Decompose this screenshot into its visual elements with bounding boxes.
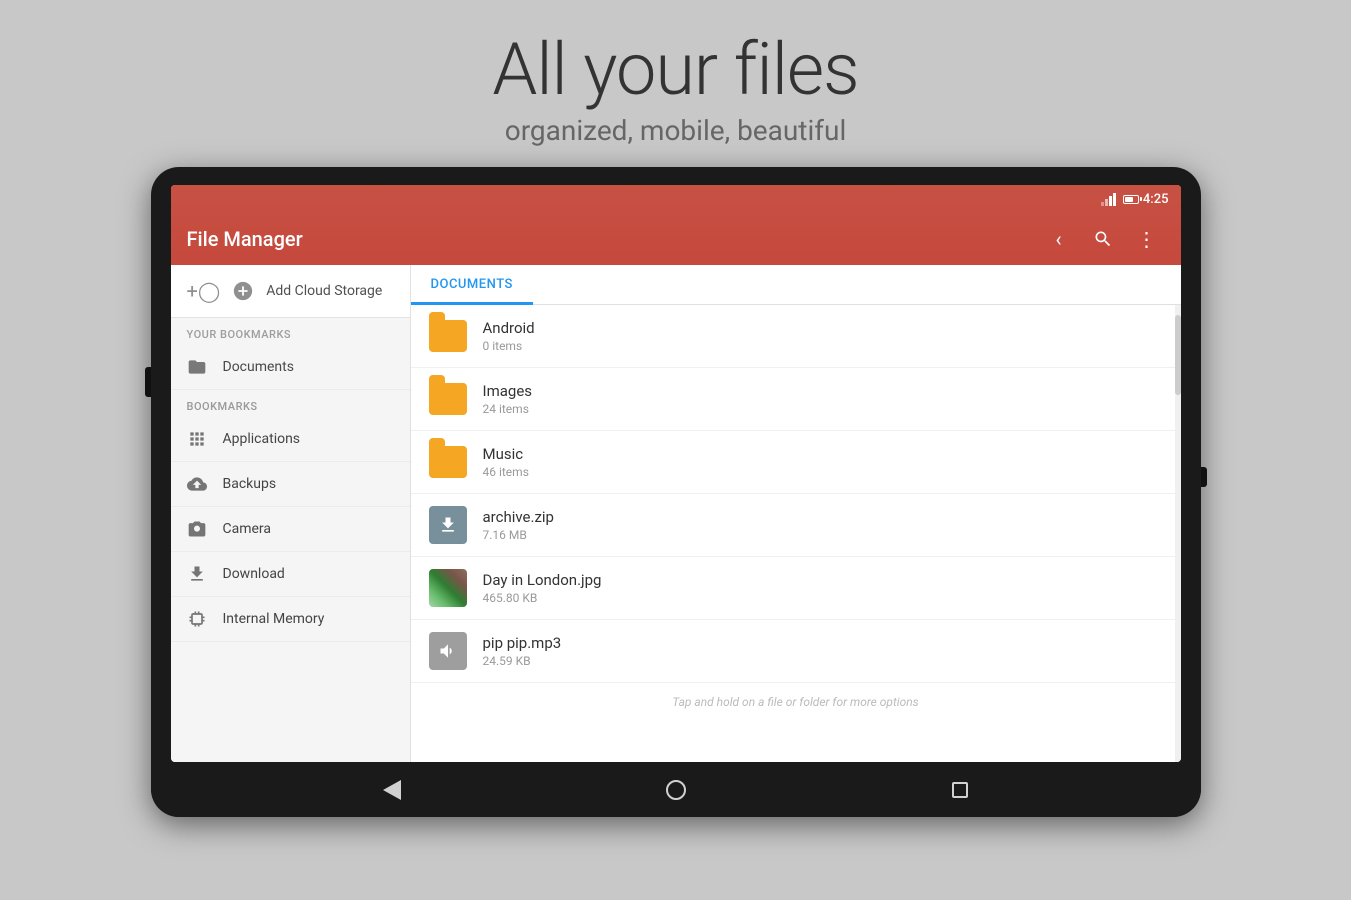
- file-info-images: Images 24 items: [483, 382, 1165, 416]
- folder-icon: [187, 357, 207, 377]
- status-time: 4:25: [1143, 192, 1169, 207]
- volume-icon: [438, 641, 458, 661]
- sidebar-item-internal-memory[interactable]: Internal Memory: [171, 597, 410, 642]
- file-meta: 7.16 MB: [483, 528, 1165, 542]
- grid-icon: [187, 429, 207, 449]
- audio-icon-wrap: [429, 632, 467, 670]
- add-cloud-storage-button[interactable]: +◯ Add Cloud Storage: [171, 265, 410, 318]
- search-icon: [1093, 229, 1113, 249]
- battery-icon: [1123, 195, 1139, 204]
- camera-icon: [187, 519, 207, 539]
- file-info-android: Android 0 items: [483, 319, 1165, 353]
- folder-icon-images: [427, 378, 469, 420]
- sidebar-item-download[interactable]: Download: [171, 552, 410, 597]
- file-info-archive: archive.zip 7.16 MB: [483, 508, 1165, 542]
- file-meta: 0 items: [483, 339, 1165, 353]
- file-meta: 465.80 KB: [483, 591, 1165, 605]
- file-list: Android 0 items Images 24 items: [411, 305, 1181, 762]
- add-cloud-icon: +◯: [187, 279, 221, 303]
- main-content: +◯ Add Cloud Storage YOUR BOOKMARKS Docu…: [171, 265, 1181, 762]
- signal-icon: [1101, 192, 1119, 206]
- folder-icon-android: [427, 315, 469, 357]
- memory-icon: [187, 609, 207, 629]
- your-bookmarks-section: YOUR BOOKMARKS: [171, 318, 410, 345]
- audio-icon: [427, 630, 469, 672]
- image-icon: [427, 567, 469, 609]
- file-list-footer: Tap and hold on a file or folder for mor…: [411, 683, 1181, 721]
- scrollbar-track[interactable]: [1175, 305, 1181, 762]
- status-icons: 4:25: [1101, 192, 1169, 207]
- toolbar-actions: ‹ ⋮: [1041, 221, 1165, 257]
- toolbar: File Manager ‹ ⋮: [171, 213, 1181, 265]
- internal-memory-label: Internal Memory: [223, 611, 325, 627]
- download-arrow-icon: [438, 515, 458, 535]
- scrollbar-thumb[interactable]: [1175, 315, 1181, 395]
- sidebar-item-camera[interactable]: Camera: [171, 507, 410, 552]
- file-name: Android: [483, 319, 1165, 337]
- file-meta: 46 items: [483, 465, 1165, 479]
- headline-area: All your files organized, mobile, beauti…: [492, 0, 858, 167]
- tablet-device: 4:25 File Manager ‹ ⋮ +◯: [151, 167, 1201, 817]
- back-triangle-icon: [383, 780, 401, 800]
- sidebar-item-applications[interactable]: Applications: [171, 417, 410, 462]
- file-info-pip: pip pip.mp3 24.59 KB: [483, 634, 1165, 668]
- home-circle-icon: [666, 780, 686, 800]
- file-item-pip[interactable]: pip pip.mp3 24.59 KB: [411, 620, 1181, 683]
- back-button[interactable]: ‹: [1041, 221, 1077, 257]
- image-preview: [429, 569, 467, 607]
- toolbar-title: File Manager: [187, 227, 303, 251]
- file-info-london: Day in London.jpg 465.80 KB: [483, 571, 1165, 605]
- file-panel: DOCUMENTS Android 0 items: [411, 265, 1181, 762]
- camera-label: Camera: [223, 521, 272, 537]
- recent-square-icon: [952, 782, 968, 798]
- bookmarks-section: BOOKMARKS: [171, 390, 410, 417]
- nav-back-button[interactable]: [383, 780, 401, 800]
- nav-home-button[interactable]: [666, 780, 686, 800]
- file-name: Music: [483, 445, 1165, 463]
- backups-label: Backups: [223, 476, 277, 492]
- applications-label: Applications: [223, 431, 301, 447]
- file-meta: 24.59 KB: [483, 654, 1165, 668]
- headline-subtitle: organized, mobile, beautiful: [492, 114, 858, 147]
- file-name: Images: [483, 382, 1165, 400]
- file-info-music: Music 46 items: [483, 445, 1165, 479]
- file-name: Day in London.jpg: [483, 571, 1165, 589]
- zip-icon: [427, 504, 469, 546]
- tab-documents[interactable]: DOCUMENTS: [411, 265, 533, 304]
- screen: 4:25 File Manager ‹ ⋮ +◯: [171, 185, 1181, 762]
- status-bar: 4:25: [171, 185, 1181, 213]
- search-button[interactable]: [1085, 221, 1121, 257]
- tab-bar: DOCUMENTS: [411, 265, 1181, 305]
- nav-bar: [151, 762, 1201, 817]
- file-item-images[interactable]: Images 24 items: [411, 368, 1181, 431]
- sidebar-item-backups[interactable]: Backups: [171, 462, 410, 507]
- zip-icon-wrap: [429, 506, 467, 544]
- more-button[interactable]: ⋮: [1129, 221, 1165, 257]
- sidebar: +◯ Add Cloud Storage YOUR BOOKMARKS Docu…: [171, 265, 411, 762]
- add-cloud-label: Add Cloud Storage: [266, 283, 382, 299]
- sidebar-item-documents[interactable]: Documents: [171, 345, 410, 390]
- nav-recent-button[interactable]: [952, 782, 968, 798]
- backup-icon: [187, 474, 207, 494]
- download-label: Download: [223, 566, 285, 582]
- headline-title: All your files: [492, 30, 858, 109]
- file-item-android[interactable]: Android 0 items: [411, 305, 1181, 368]
- file-item-music[interactable]: Music 46 items: [411, 431, 1181, 494]
- file-item-london[interactable]: Day in London.jpg 465.80 KB: [411, 557, 1181, 620]
- file-meta: 24 items: [483, 402, 1165, 416]
- file-name: archive.zip: [483, 508, 1165, 526]
- file-item-archive[interactable]: archive.zip 7.16 MB: [411, 494, 1181, 557]
- download-icon: [187, 564, 207, 584]
- file-name: pip pip.mp3: [483, 634, 1165, 652]
- folder-icon-music: [427, 441, 469, 483]
- documents-label: Documents: [223, 359, 294, 375]
- add-circle-icon: [232, 280, 254, 302]
